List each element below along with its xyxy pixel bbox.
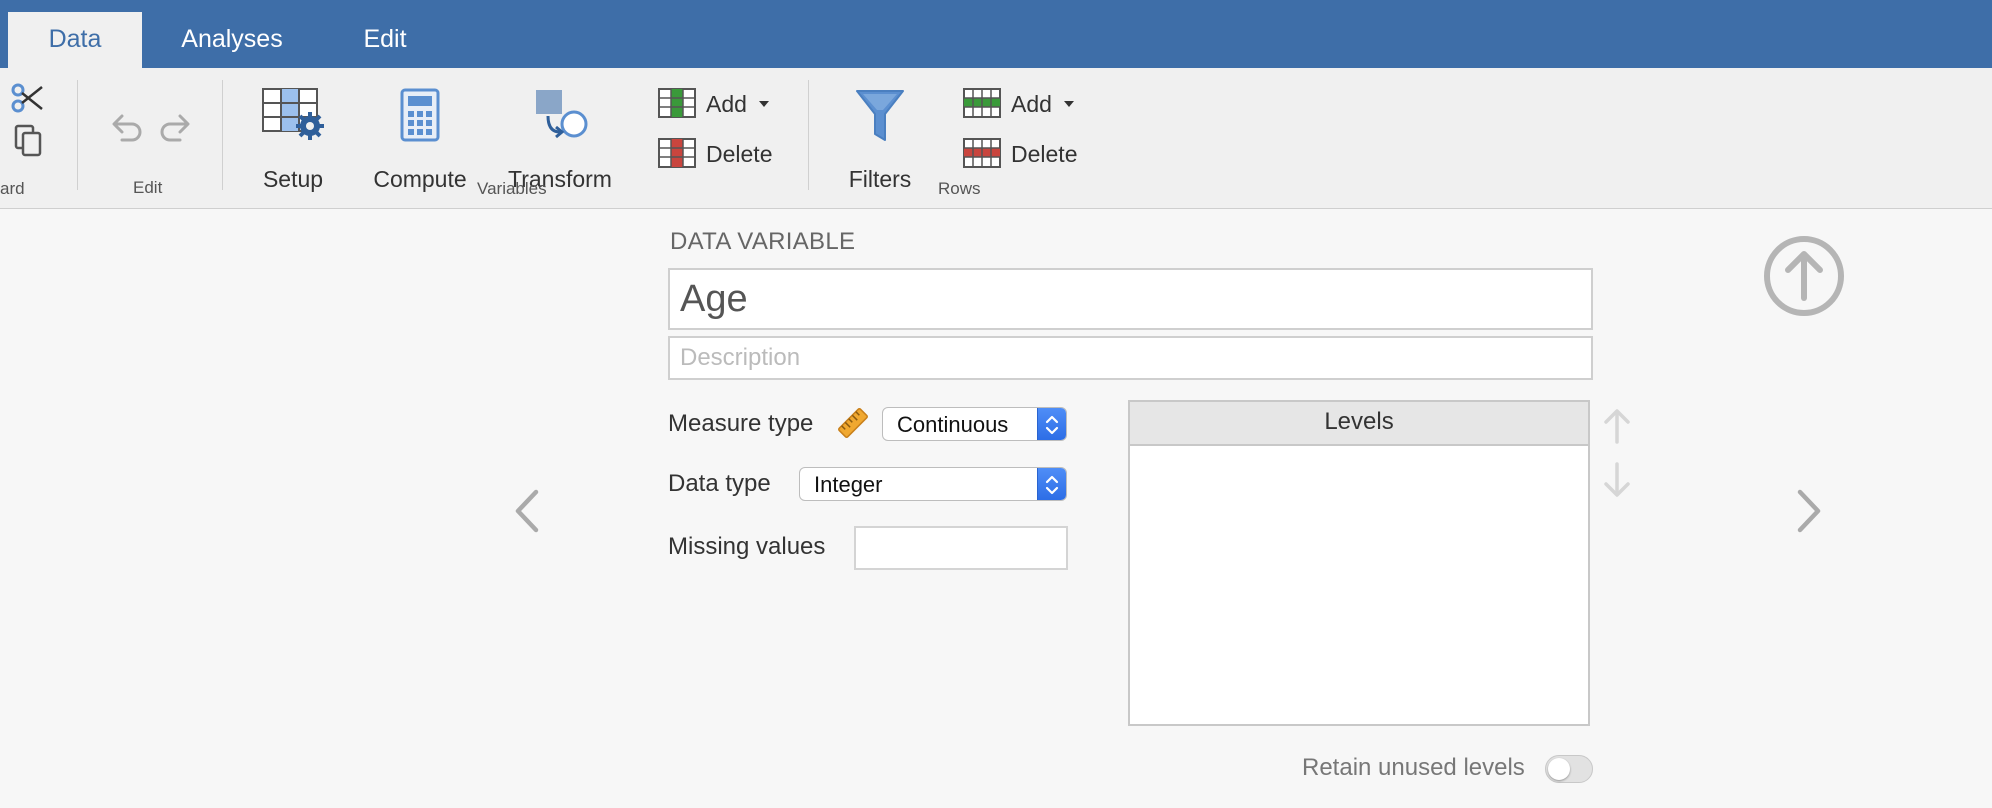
edit-group-label: Edit (133, 178, 163, 197)
next-variable-chevron-icon[interactable] (1794, 488, 1824, 534)
calculator-icon (400, 88, 440, 142)
delete-row-icon (963, 138, 1001, 168)
filters-button[interactable]: Filters (840, 88, 920, 198)
select-arrows-icon (1037, 468, 1066, 500)
add-row-label: Add (1011, 91, 1052, 117)
dropdown-arrow-icon (1064, 101, 1074, 107)
levels-header: Levels (1130, 402, 1588, 446)
dropdown-arrow-icon (759, 101, 769, 107)
variable-description-input[interactable] (668, 336, 1593, 380)
retain-unused-levels-toggle[interactable] (1545, 755, 1593, 783)
filter-funnel-icon (856, 90, 904, 141)
data-type-label: Data type (668, 470, 771, 497)
add-column-icon (658, 88, 696, 118)
setup-button[interactable]: Setup (252, 88, 334, 198)
rows-group-label: Rows (938, 179, 981, 198)
ribbon-separator (808, 80, 809, 190)
copy-icon[interactable] (14, 124, 44, 158)
section-title: DATA VARIABLE (670, 228, 856, 255)
delete-variable-label: Delete (706, 141, 773, 167)
delete-row-button[interactable]: Delete (963, 136, 1083, 172)
tab-edit[interactable]: Edit (320, 12, 450, 68)
delete-variable-button[interactable]: Delete (658, 136, 778, 172)
top-tab-bar: Data Analyses Edit (0, 0, 1992, 68)
move-level-down-icon[interactable] (1602, 460, 1632, 500)
move-level-up-icon[interactable] (1602, 406, 1632, 446)
missing-values-input[interactable] (854, 526, 1068, 570)
setup-label: Setup (262, 166, 324, 192)
variables-group-label: Variables (477, 179, 547, 198)
measure-type-label: Measure type (668, 410, 814, 437)
undo-icon[interactable] (110, 112, 144, 142)
clipboard-group-label: ard (0, 179, 25, 198)
filters-label: Filters (848, 166, 912, 192)
compute-button[interactable]: Compute (370, 88, 470, 198)
cut-icon[interactable] (10, 82, 46, 114)
variable-name-input[interactable] (668, 268, 1593, 330)
collapse-up-circle-icon[interactable] (1762, 234, 1846, 318)
ruler-icon (836, 406, 870, 440)
ribbon-toolbar: ard Edit Setup Compute Transform Add Del… (0, 68, 1992, 209)
measure-type-value: Continuous (897, 412, 1009, 437)
ribbon-separator (77, 80, 78, 190)
measure-type-select[interactable]: Continuous (882, 407, 1067, 441)
tab-data[interactable]: Data (8, 12, 142, 68)
select-arrows-icon (1037, 408, 1066, 440)
levels-list[interactable]: Levels (1128, 400, 1590, 726)
add-variable-label: Add (706, 91, 747, 117)
compute-label: Compute (373, 166, 467, 192)
delete-row-label: Delete (1011, 141, 1078, 167)
setup-icon (262, 88, 324, 140)
add-row-icon (963, 88, 1001, 118)
previous-variable-chevron-icon[interactable] (512, 488, 542, 534)
delete-column-icon (658, 138, 696, 168)
transform-icon (536, 90, 588, 139)
data-type-value: Integer (814, 472, 883, 497)
data-type-select[interactable]: Integer (799, 467, 1067, 501)
toggle-knob (1548, 758, 1570, 780)
add-variable-button[interactable]: Add (658, 86, 778, 122)
missing-values-label: Missing values (668, 533, 826, 560)
retain-unused-levels-label: Retain unused levels (1302, 754, 1525, 781)
tab-analyses[interactable]: Analyses (160, 12, 304, 68)
add-row-button[interactable]: Add (963, 86, 1083, 122)
redo-icon[interactable] (158, 112, 192, 142)
ribbon-separator (222, 80, 223, 190)
